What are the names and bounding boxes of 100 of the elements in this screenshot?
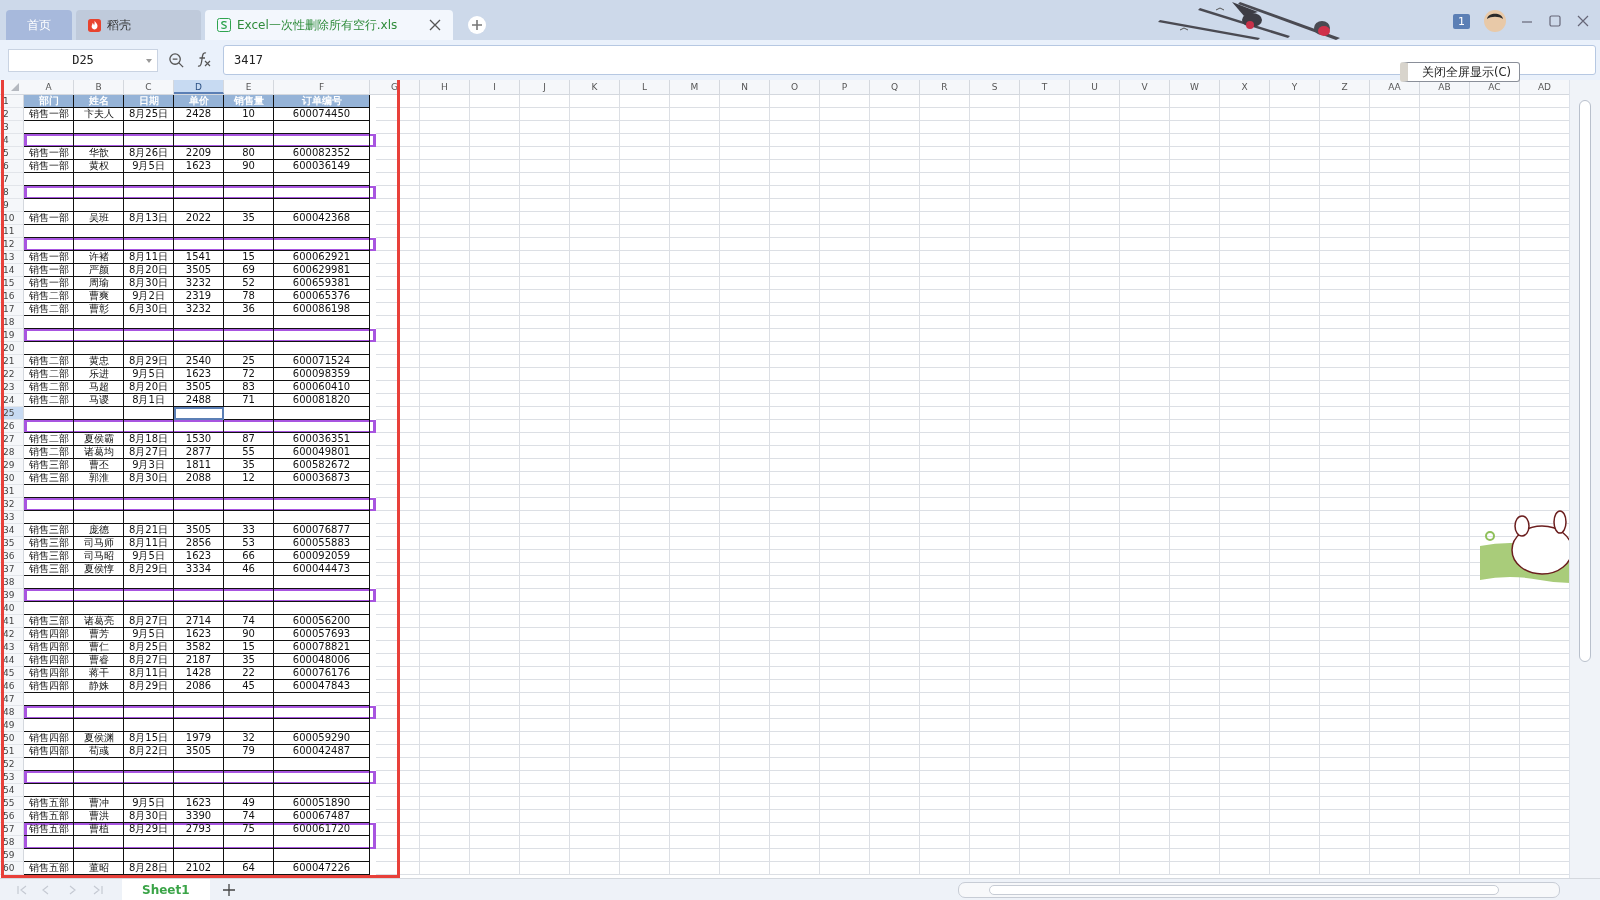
table-cell[interactable]: 600047226 <box>274 862 370 875</box>
row-header[interactable]: 11 <box>0 225 24 238</box>
row-header[interactable]: 54 <box>0 784 24 797</box>
row-header[interactable]: 10 <box>0 212 24 225</box>
add-sheet-icon[interactable] <box>221 882 236 897</box>
column-header[interactable]: T <box>1020 80 1070 94</box>
close-icon[interactable] <box>1576 14 1590 28</box>
column-header[interactable]: M <box>670 80 720 94</box>
column-header[interactable]: Y <box>1270 80 1320 94</box>
row-header[interactable]: 25 <box>0 407 24 420</box>
row-header[interactable]: 21 <box>0 355 24 368</box>
row-header[interactable]: 23 <box>0 381 24 394</box>
new-tab-icon[interactable] <box>467 15 487 35</box>
row-header[interactable]: 5 <box>0 147 24 160</box>
row-header[interactable]: 2 <box>0 108 24 121</box>
row-header[interactable]: 29 <box>0 459 24 472</box>
table-cell[interactable]: 8月28日 <box>124 862 174 875</box>
row-header[interactable]: 26 <box>0 420 24 433</box>
row-header[interactable]: 41 <box>0 615 24 628</box>
row-header[interactable]: 55 <box>0 797 24 810</box>
name-box[interactable]: D25 <box>8 48 158 72</box>
row-header[interactable]: 50 <box>0 732 24 745</box>
avatar-icon[interactable] <box>1484 10 1506 32</box>
row-header[interactable]: 34 <box>0 524 24 537</box>
exit-fullscreen-button[interactable]: 关闭全屏显示(C) <box>1400 62 1520 82</box>
table-cell[interactable]: 销售五部 <box>24 862 74 875</box>
row-header[interactable]: 6 <box>0 160 24 173</box>
table-cell[interactable]: 64 <box>224 862 274 875</box>
column-header[interactable]: O <box>770 80 820 94</box>
notification-badge[interactable]: 1 <box>1453 13 1470 29</box>
vertical-scrollbar[interactable] <box>1569 80 1600 878</box>
row-header[interactable]: 1 <box>0 95 24 108</box>
column-header[interactable]: D <box>174 80 224 94</box>
row-header[interactable]: 39 <box>0 589 24 602</box>
column-header[interactable]: J <box>520 80 570 94</box>
row-header[interactable]: 28 <box>0 446 24 459</box>
column-header[interactable]: A <box>24 80 74 94</box>
zoom-icon[interactable] <box>168 51 185 69</box>
column-header[interactable]: L <box>620 80 670 94</box>
row-header[interactable]: 59 <box>0 849 24 862</box>
row-header[interactable]: 52 <box>0 758 24 771</box>
column-header[interactable]: Q <box>870 80 920 94</box>
column-header[interactable]: V <box>1120 80 1170 94</box>
row-header[interactable]: 24 <box>0 394 24 407</box>
row-header[interactable]: 44 <box>0 654 24 667</box>
row-header[interactable]: 58 <box>0 836 24 849</box>
column-header[interactable]: E <box>224 80 274 94</box>
column-header[interactable]: R <box>920 80 970 94</box>
row-header[interactable]: 33 <box>0 511 24 524</box>
row-header[interactable]: 30 <box>0 472 24 485</box>
row-header[interactable]: 8 <box>0 186 24 199</box>
row-header[interactable]: 27 <box>0 433 24 446</box>
row-header[interactable]: 16 <box>0 290 24 303</box>
column-header[interactable]: W <box>1170 80 1220 94</box>
row-header[interactable]: 56 <box>0 810 24 823</box>
function-icon[interactable] <box>195 51 213 69</box>
table-cell[interactable] <box>174 407 224 420</box>
column-header[interactable]: G <box>370 80 420 94</box>
row-header[interactable]: 40 <box>0 602 24 615</box>
row-header[interactable]: 46 <box>0 680 24 693</box>
row-header[interactable]: 14 <box>0 264 24 277</box>
row-header[interactable]: 43 <box>0 641 24 654</box>
column-header[interactable]: I <box>470 80 520 94</box>
row-header[interactable]: 57 <box>0 823 24 836</box>
row-header[interactable]: 53 <box>0 771 24 784</box>
row-header[interactable]: 51 <box>0 745 24 758</box>
row-header[interactable]: 47 <box>0 693 24 706</box>
row-header[interactable]: 13 <box>0 251 24 264</box>
row-header[interactable]: 42 <box>0 628 24 641</box>
table-cell[interactable]: 2102 <box>174 862 224 875</box>
row-header[interactable]: 36 <box>0 550 24 563</box>
horizontal-scrollbar[interactable] <box>958 881 1560 898</box>
column-header[interactable]: H <box>420 80 470 94</box>
row-header[interactable]: 49 <box>0 719 24 732</box>
document-tab[interactable]: Excel一次性删除所有空行.xls <box>205 10 453 40</box>
column-header[interactable]: X <box>1220 80 1270 94</box>
column-header[interactable]: B <box>74 80 124 94</box>
column-header[interactable]: F <box>274 80 370 94</box>
column-header[interactable]: Z <box>1320 80 1370 94</box>
row-header[interactable]: 9 <box>0 199 24 212</box>
table-cell[interactable]: 2488 <box>174 394 224 407</box>
row-header[interactable]: 15 <box>0 277 24 290</box>
row-header[interactable]: 3 <box>0 121 24 134</box>
column-header[interactable]: S <box>970 80 1020 94</box>
row-header[interactable]: 32 <box>0 498 24 511</box>
row-header[interactable]: 18 <box>0 316 24 329</box>
row-header[interactable]: 60 <box>0 862 24 875</box>
row-header[interactable]: 45 <box>0 667 24 680</box>
column-header[interactable]: U <box>1070 80 1120 94</box>
document-tab[interactable]: 稻壳 <box>76 10 201 40</box>
row-header[interactable]: 35 <box>0 537 24 550</box>
row-header[interactable]: 20 <box>0 342 24 355</box>
column-header[interactable]: N <box>720 80 770 94</box>
row-header[interactable]: 38 <box>0 576 24 589</box>
row-header[interactable]: 19 <box>0 329 24 342</box>
row-header[interactable]: 17 <box>0 303 24 316</box>
close-icon[interactable] <box>429 19 441 31</box>
row-header[interactable]: 7 <box>0 173 24 186</box>
row-header[interactable]: 48 <box>0 706 24 719</box>
column-header[interactable]: K <box>570 80 620 94</box>
